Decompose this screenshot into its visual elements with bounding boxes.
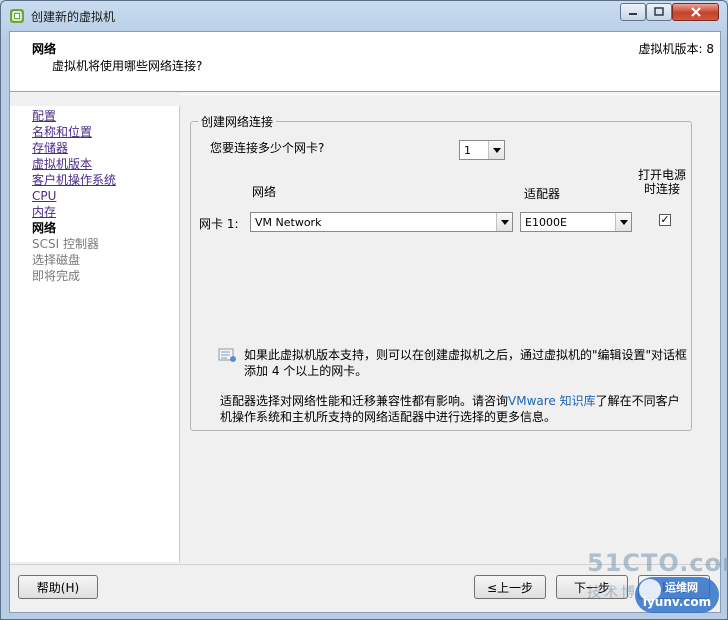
step-select-disk: 选择磁盘: [32, 253, 81, 267]
step-ready-to-complete: 即将完成: [32, 269, 81, 283]
wizard-steps-sidebar: 配置 名称和位置 存储器 虚拟机版本 客户机操作系统 CPU 内存 网络 SCS…: [10, 106, 180, 562]
nic-1-network-value: VM Network: [255, 215, 322, 229]
chevron-down-icon: [615, 213, 631, 231]
info-text: 如果此虚拟机版本支持，则可以在创建虚拟机之后，通过虚拟机的"编辑设置"对话框添加…: [244, 348, 688, 378]
adapter-note: 适配器选择对网络性能和迁移兼容性都有影响。请咨询VMware 知识库了解在不同客…: [220, 393, 688, 425]
network-connections-group: [190, 121, 692, 431]
help-button[interactable]: 帮助(H): [18, 575, 98, 599]
nic-1-adapter-select[interactable]: E1000E: [520, 212, 632, 232]
nic-count-question: 您要连接多少个网卡?: [210, 141, 325, 155]
chevron-down-icon: [488, 141, 504, 159]
step-storage[interactable]: 存储器: [32, 140, 68, 156]
step-guest-os[interactable]: 客户机操作系统: [32, 172, 116, 188]
title-bar[interactable]: 创建新的虚拟机: [1, 1, 727, 31]
chevron-down-icon: [496, 213, 512, 231]
step-memory[interactable]: 内存: [32, 204, 56, 220]
checkmark-icon: ✓: [660, 213, 670, 226]
group-title: 创建网络连接: [198, 113, 277, 130]
cancel-button[interactable]: 取消: [638, 575, 710, 599]
vsphere-app-icon: [10, 9, 24, 23]
step-vm-version[interactable]: 虚拟机版本: [32, 156, 92, 172]
window-title: 创建新的虚拟机: [31, 10, 116, 24]
adapter-note-text-before: 适配器选择对网络性能和迁移兼容性都有影响。请咨询: [220, 394, 509, 408]
close-button[interactable]: [672, 3, 719, 21]
step-scsi-controller: SCSI 控制器: [32, 237, 99, 251]
column-adapter: 适配器: [524, 187, 561, 201]
dialog-window: 创建新的虚拟机 网络 虚拟机将使用哪些网络连接? 虚拟机版本: 8 配置 名称和…: [0, 0, 728, 620]
step-name-location[interactable]: 名称和位置: [32, 124, 92, 140]
close-icon: [690, 7, 701, 17]
main-content: 创建网络连接 您要连接多少个网卡? 1 网络 适配器 打开电源 时连接 网卡 1…: [180, 94, 720, 564]
maximize-icon: [654, 7, 664, 16]
step-configuration[interactable]: 配置: [32, 108, 56, 124]
maximize-button[interactable]: [646, 3, 672, 21]
page-header: 网络 虚拟机将使用哪些网络连接? 虚拟机版本: 8: [10, 32, 720, 92]
nic-1-network-select[interactable]: VM Network: [250, 212, 513, 232]
dialog-client-area: 网络 虚拟机将使用哪些网络连接? 虚拟机版本: 8 配置 名称和位置 存储器 虚…: [9, 31, 721, 613]
column-power-on-connect: 打开电源 时连接: [638, 168, 687, 196]
back-button[interactable]: ≤上一步: [474, 575, 546, 599]
vmware-kb-link[interactable]: VMware 知识库: [508, 394, 596, 408]
nic-1-label: 网卡 1:: [199, 217, 239, 231]
step-network-current: 网络: [32, 221, 57, 235]
nic-count-value: 1: [464, 143, 471, 157]
column-network: 网络: [252, 185, 277, 199]
nic-count-select[interactable]: 1: [459, 140, 505, 160]
page-title: 网络: [32, 42, 57, 56]
info-icon: [218, 348, 236, 362]
nic-1-adapter-value: E1000E: [525, 215, 567, 229]
minimize-button[interactable]: [620, 3, 646, 21]
step-cpu[interactable]: CPU: [32, 188, 56, 204]
page-subtitle: 虚拟机将使用哪些网络连接?: [52, 59, 203, 73]
next-button[interactable]: 下一步: [556, 575, 628, 599]
minimize-icon: [629, 13, 637, 15]
wizard-footer: 帮助(H) ≤上一步 下一步 取消: [10, 564, 720, 612]
vm-version-label: 虚拟机版本: 8: [638, 42, 715, 56]
nic-1-connect-at-power-on-checkbox[interactable]: ✓: [659, 214, 671, 226]
